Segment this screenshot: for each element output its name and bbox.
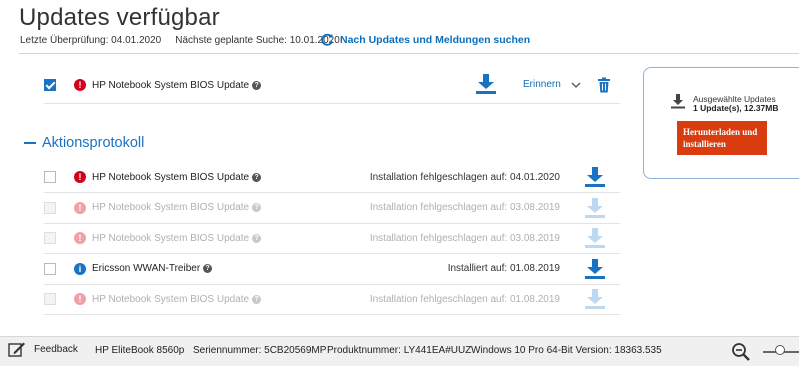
next-search-text: Nächste geplante Suche: 10.01.2020	[175, 35, 340, 46]
download-icon	[585, 228, 605, 248]
header-divider	[19, 53, 799, 54]
zoom-out-icon[interactable]	[731, 342, 751, 362]
download-icon[interactable]	[474, 73, 498, 95]
log-row-checkbox[interactable]	[44, 171, 56, 183]
row-divider	[44, 103, 620, 104]
log-row-name: HP Notebook System BIOS Update?	[92, 293, 262, 305]
download-install-label-1: Herunterladen und	[683, 127, 758, 137]
collapse-icon	[24, 142, 36, 144]
info-icon: i	[74, 262, 86, 275]
help-icon[interactable]: ?	[252, 233, 262, 243]
help-icon[interactable]: ?	[252, 203, 262, 212]
download-install-label-2: installieren	[683, 139, 726, 149]
log-row-status: Installation fehlgeschlagen auf: 04.01.2…	[369, 171, 560, 183]
action-log-title: Aktionsprotokoll	[42, 135, 145, 151]
row-divider	[44, 314, 620, 315]
action-log-toggle[interactable]: Aktionsprotokoll	[24, 135, 144, 151]
serial-text: Seriennummer: 5CB20569MP	[193, 345, 327, 356]
update-checkbox[interactable]	[44, 79, 56, 91]
alert-icon: !	[74, 171, 86, 183]
trash-icon[interactable]	[597, 77, 611, 93]
log-row: ! HP Notebook System BIOS Update? Installa…	[44, 193, 620, 223]
check-updates-label: Nach Updates und Meldungen suchen	[340, 34, 531, 46]
log-row-status: Installation fehlgeschlagen auf: 01.08.2…	[369, 293, 560, 305]
os-text: Windows 10 Pro 64-Bit Version: 18363.535	[471, 345, 662, 356]
log-row-checkbox[interactable]	[44, 262, 56, 275]
alert-icon: !	[74, 79, 86, 91]
product-text: Produktnummer: LY441EA#UUZ	[327, 345, 472, 356]
log-row-name-label: HP Notebook System BIOS Update	[92, 232, 250, 244]
update-name-label: HP Notebook System BIOS Update	[92, 79, 250, 91]
help-icon[interactable]: ?	[252, 80, 262, 90]
log-row-checkbox	[44, 201, 56, 214]
alert-icon: !	[74, 293, 86, 305]
zoom-slider-thumb[interactable]	[775, 345, 785, 355]
log-row-name-label: HP Notebook System BIOS Update	[92, 171, 250, 183]
help-icon[interactable]: ?	[203, 264, 213, 273]
log-row-checkbox	[44, 232, 56, 244]
log-row-status: Installation fehlgeschlagen auf: 03.08.2…	[369, 232, 560, 244]
selected-updates-panel: Ausgewählte Updates 1 Update(s), 12.37MB…	[643, 67, 799, 179]
download-install-button[interactable]: Herunterladen und installieren	[677, 121, 767, 155]
log-row-name: HP Notebook System BIOS Update?	[92, 202, 262, 213]
status-bar: Feedback HP EliteBook 8560p Seriennummer…	[0, 336, 799, 366]
feedback-button[interactable]: Feedback	[8, 341, 78, 357]
update-name: HP Notebook System BIOS Update ?	[92, 79, 262, 91]
check-updates-link[interactable]: Nach Updates und Meldungen suchen	[320, 33, 530, 47]
last-check-text: Letzte Überprüfung: 04.01.2020	[20, 35, 162, 46]
log-row-status: Installiert auf: 01.08.2019	[447, 263, 560, 274]
model-text: HP EliteBook 8560p	[95, 345, 185, 356]
download-icon	[585, 289, 605, 309]
log-row-name: HP Notebook System BIOS Update?	[92, 171, 262, 183]
remind-dropdown[interactable]: Erinnern	[523, 79, 581, 90]
log-row-name-label: Ericsson WWAN-Treiber	[92, 263, 201, 274]
refresh-icon	[321, 33, 333, 46]
remind-label: Erinnern	[523, 79, 561, 90]
log-row-name: Ericsson WWAN-Treiber?	[92, 263, 213, 274]
feedback-label: Feedback	[34, 343, 78, 355]
log-row-name: HP Notebook System BIOS Update?	[92, 232, 262, 244]
chevron-down-icon	[571, 82, 581, 88]
log-row-status: Installation fehlgeschlagen auf: 03.08.2…	[369, 202, 560, 213]
download-icon[interactable]	[583, 166, 607, 188]
download-icon	[585, 197, 605, 218]
log-row: i Ericsson WWAN-Treiber? Installiert auf: …	[44, 254, 620, 284]
log-row: ! HP Notebook System BIOS Update? Installa…	[44, 284, 620, 314]
selected-updates-summary: 1 Update(s), 12.37MB	[693, 103, 779, 113]
log-row-checkbox	[44, 293, 56, 305]
help-icon[interactable]: ?	[252, 172, 262, 182]
log-row-name-label: HP Notebook System BIOS Update	[92, 202, 250, 213]
alert-icon: !	[74, 232, 86, 244]
feedback-icon	[8, 342, 25, 357]
log-row-name-label: HP Notebook System BIOS Update	[92, 293, 250, 305]
help-icon[interactable]: ?	[252, 294, 262, 304]
search-info: Letzte Überprüfung: 04.01.2020 Nächste ge…	[20, 35, 340, 46]
alert-icon: !	[74, 201, 86, 214]
download-icon[interactable]	[583, 258, 607, 280]
log-row: ! HP Notebook System BIOS Update? Installa…	[44, 223, 620, 253]
download-icon	[671, 94, 685, 109]
log-row: ! HP Notebook System BIOS Update? Installa…	[44, 162, 620, 192]
page-title: Updates verfügbar	[19, 4, 220, 31]
